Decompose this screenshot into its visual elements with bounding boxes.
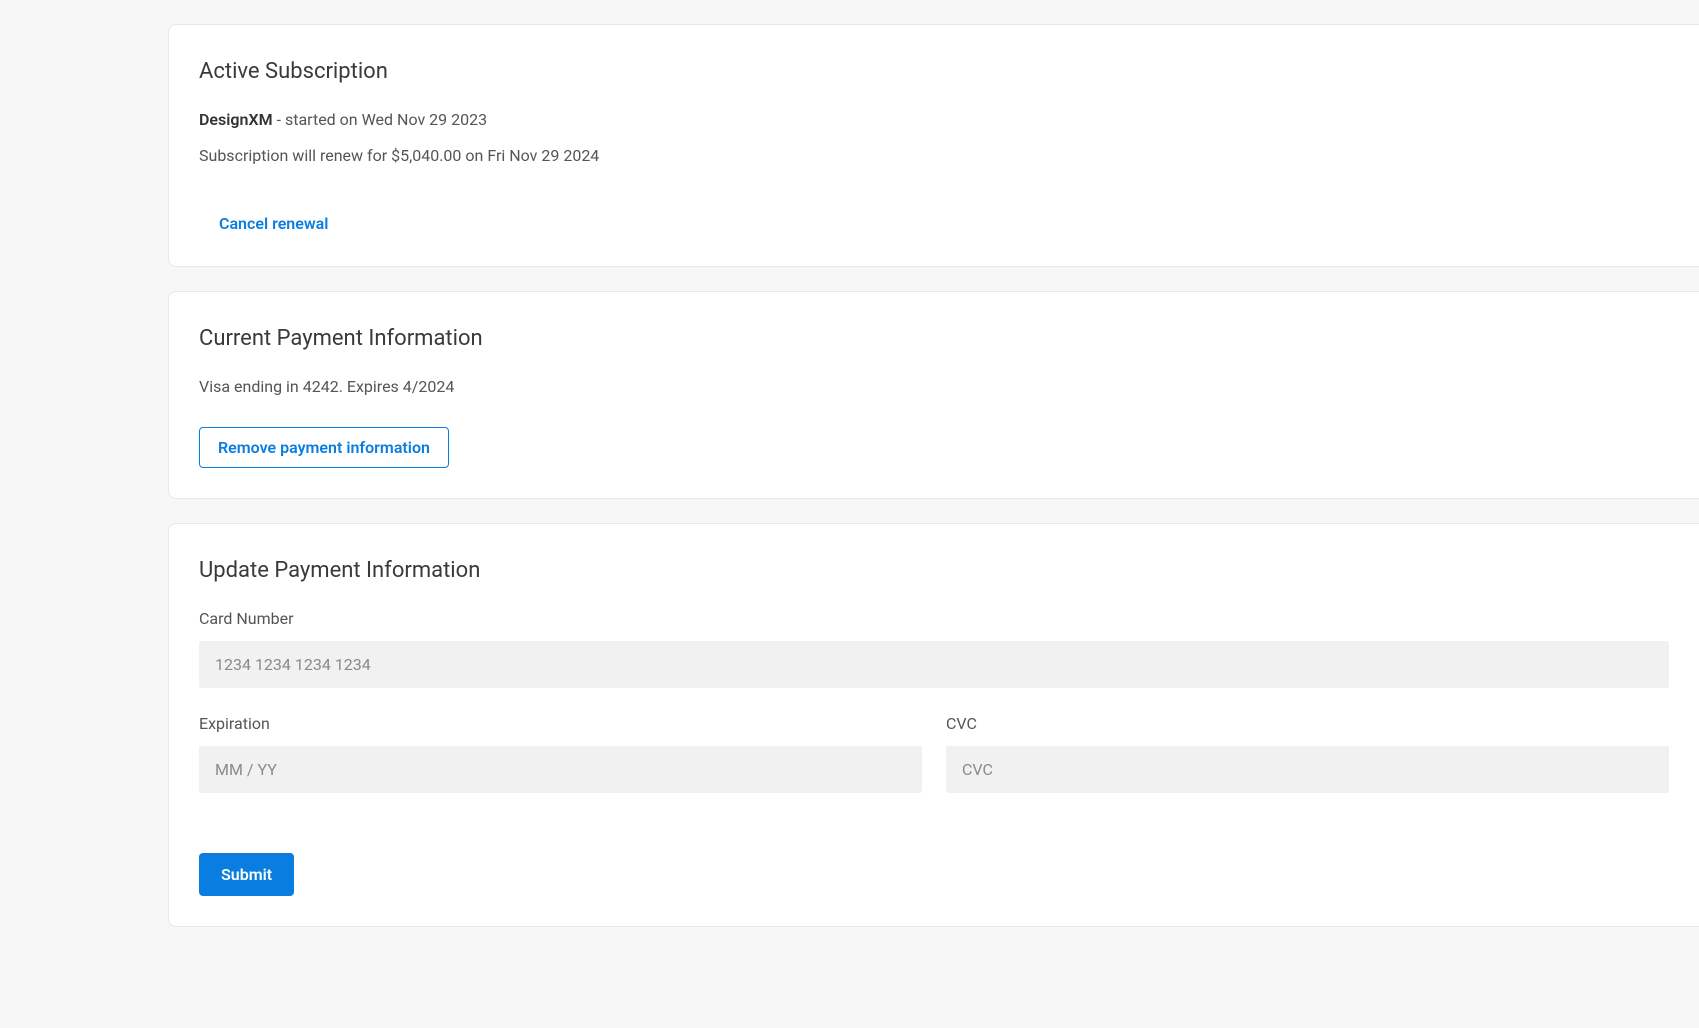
cancel-renewal-link[interactable]: Cancel renewal — [219, 212, 328, 236]
update-payment-card: Update Payment Information Card Number E… — [168, 523, 1699, 927]
subscription-renewal-text: Subscription will renew for $5,040.00 on… — [199, 144, 1669, 168]
cvc-input[interactable] — [946, 746, 1669, 793]
remove-payment-button[interactable]: Remove payment information — [199, 427, 449, 468]
current-payment-title: Current Payment Information — [199, 322, 1669, 355]
expiration-input[interactable] — [199, 746, 922, 793]
submit-button[interactable]: Submit — [199, 853, 294, 896]
current-payment-summary: Visa ending in 4242. Expires 4/2024 — [199, 375, 1669, 399]
active-subscription-card: Active Subscription DesignXM - started o… — [168, 24, 1699, 267]
expiration-label: Expiration — [199, 712, 922, 736]
subscription-started-text: - started on Wed Nov 29 2023 — [273, 110, 488, 129]
cvc-label: CVC — [946, 712, 1669, 736]
card-number-input[interactable] — [199, 641, 1669, 688]
active-subscription-title: Active Subscription — [199, 55, 1669, 88]
card-number-label: Card Number — [199, 607, 1669, 631]
current-payment-card: Current Payment Information Visa ending … — [168, 291, 1699, 499]
subscription-plan-line: DesignXM - started on Wed Nov 29 2023 — [199, 108, 1669, 132]
subscription-plan-name: DesignXM — [199, 110, 273, 129]
update-payment-title: Update Payment Information — [199, 554, 1669, 587]
